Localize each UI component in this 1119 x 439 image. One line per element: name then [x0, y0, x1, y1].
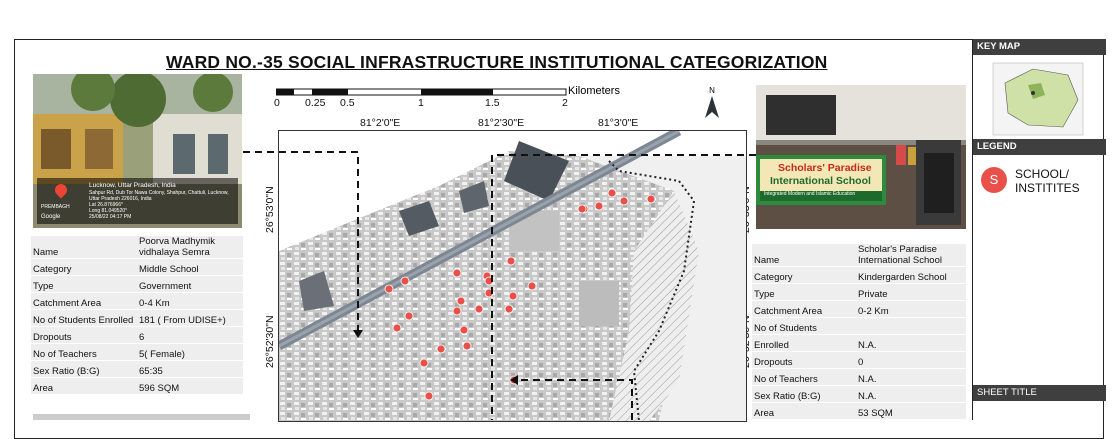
school-signboard-image — [756, 85, 966, 229]
right_school-row: Category Kindergarden School — [752, 267, 966, 284]
right_school-row: No of Teachers N.A. — [752, 369, 966, 386]
right_school-row: No of Students — [752, 318, 966, 335]
right_school-value: N.A. — [858, 340, 877, 351]
right_school-value: Kindergarden School — [858, 272, 947, 283]
sheet-title-header: SHEET TITLE — [973, 385, 1106, 401]
right_school-row: Area 53 SQM — [752, 403, 966, 420]
right_school-key: Catchment Area — [754, 306, 823, 317]
right_school-key: No of Students — [754, 323, 817, 334]
legend-item-school: S SCHOOL/ INSTITITES — [973, 155, 1106, 385]
right_school-row: Type Private — [752, 284, 966, 301]
right_school-value: 0-2 Km — [858, 306, 889, 317]
sign-line-2: International School — [770, 175, 871, 187]
key-map-header: KEY MAP — [973, 39, 1106, 55]
sign-line-3: Integrated Modern and Islamic Education — [764, 191, 856, 197]
key-map-thumbnail — [973, 55, 1106, 139]
right_school-value: N.A. — [858, 374, 877, 385]
right_school-key: Dropouts — [754, 357, 793, 368]
right_school-key: Category — [754, 272, 793, 283]
right_school-value: Scholar's Paradise International School — [858, 244, 942, 266]
right_school-key: Sex Ratio (B:G) — [754, 391, 821, 402]
legend-label: SCHOOL/ INSTITITES — [1015, 167, 1080, 195]
right_school-value: N.A. — [858, 391, 877, 402]
legend-header: LEGEND — [973, 139, 1106, 155]
right_school-row: Catchment Area 0-2 Km — [752, 301, 966, 318]
right_school-key: Name — [754, 255, 780, 266]
right_school-row: Dropouts 0 — [752, 352, 966, 369]
right_school-row: Name Scholar's Paradise International Sch… — [752, 244, 966, 267]
side-panel: KEY MAP LEGEND S SCHOOL/ INSTITITES SHEE… — [972, 39, 1106, 420]
right_school-row: Enrolled N.A. — [752, 335, 966, 352]
right-school-photo: Scholars' Paradise International School … — [756, 85, 966, 229]
sign-line-1: Scholars' Paradise — [778, 162, 872, 174]
school-marker-icon: S — [981, 167, 1007, 193]
right_school-value: 53 SQM — [858, 408, 893, 419]
right-school-info-table: Name Scholar's Paradise International Sch… — [752, 244, 966, 420]
right_school-key: Area — [754, 408, 775, 419]
right_school-key: No of Teachers — [754, 374, 818, 385]
right_school-value: Private — [858, 289, 888, 300]
right_school-key: Type — [754, 289, 775, 300]
right_school-key: Enrolled — [754, 340, 789, 351]
right_school-value: 0 — [858, 357, 864, 368]
right_school-row: Sex Ratio (B:G) N.A. — [752, 386, 966, 403]
